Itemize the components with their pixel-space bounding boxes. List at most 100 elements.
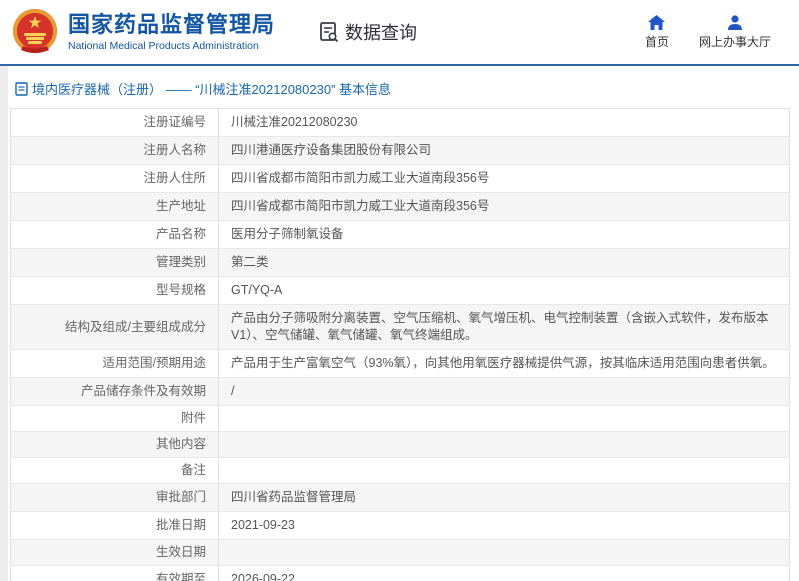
nav-home[interactable]: 首页 <box>644 14 669 50</box>
row-label: 其他内容 <box>11 432 219 457</box>
row-label-text: 型号规格 <box>155 283 206 297</box>
row-label-text: 审批部门 <box>155 490 206 504</box>
table-row: 产品储存条件及有效期 / <box>11 377 789 405</box>
row-label: 生效日期 <box>11 540 219 565</box>
header-nav: 首页 网上办事大厅 <box>644 14 771 50</box>
row-value: 四川省成都市简阳市凯力威工业大道南段356号 <box>219 165 789 192</box>
row-value: 川械注准20212080230 <box>219 109 789 136</box>
row-label-text: 注册人名称 <box>143 143 206 157</box>
national-emblem-logo <box>13 9 57 53</box>
row-label: 结构及组成/主要组成成分 <box>11 305 219 349</box>
row-value-text: / <box>231 384 235 398</box>
row-label: 产品储存条件及有效期 <box>11 378 219 405</box>
row-value: GT/YQ-A <box>219 277 789 304</box>
row-value-text: 四川省成都市简阳市凯力威工业大道南段356号 <box>231 199 490 213</box>
row-value-text: 四川省成都市简阳市凯力威工业大道南段356号 <box>231 171 490 185</box>
registration-info-table: 注册证编号 川械注准20212080230 注册人名称 四川港通医疗设备集团股份有限公… <box>10 108 790 581</box>
row-value-text: 医用分子筛制氧设备 <box>231 227 344 241</box>
row-label-text: 产品名称 <box>155 227 206 241</box>
row-value <box>219 540 789 565</box>
table-row: 适用范围/预期用途 产品用于生产富氧空气（93%氧），向其他用氧医疗器械提供气源，… <box>11 349 789 377</box>
row-label: 附件 <box>11 406 219 431</box>
row-label: 型号规格 <box>11 277 219 304</box>
row-label-text: 附件 <box>180 411 206 425</box>
home-icon <box>648 14 666 30</box>
row-value-text: 2021-09-23 <box>231 518 295 532</box>
user-icon <box>727 14 742 30</box>
row-value: 四川港通医疗设备集团股份有限公司 <box>219 137 789 164</box>
row-label-text: 管理类别 <box>155 255 206 269</box>
row-label-text: 生效日期 <box>155 545 206 559</box>
row-value: 四川省成都市简阳市凯力威工业大道南段356号 <box>219 193 789 220</box>
row-label-text: 生产地址 <box>155 199 206 213</box>
row-value-text: 第二类 <box>231 255 269 269</box>
table-row: 审批部门 四川省药品监督管理局 <box>11 483 789 511</box>
row-value <box>219 432 789 457</box>
row-label-text: 批准日期 <box>155 518 206 532</box>
content-area: 境内医疗器械（注册） —— “川械注准20212080230” 基本信息 注册证… <box>8 66 799 581</box>
row-value <box>219 458 789 483</box>
row-label: 生产地址 <box>11 193 219 220</box>
row-label: 有效期至 <box>11 566 219 581</box>
nav-online-hall[interactable]: 网上办事大厅 <box>698 14 771 50</box>
data-query-tab[interactable]: 数据查询 <box>317 19 417 45</box>
row-label-text: 适用范围/预期用途 <box>102 356 206 370</box>
row-value-text: 四川港通医疗设备集团股份有限公司 <box>231 143 432 157</box>
row-label: 审批部门 <box>11 484 219 511</box>
breadcrumb: 境内医疗器械（注册） —— “川械注准20212080230” 基本信息 <box>8 66 799 108</box>
nav-online-hall-label: 网上办事大厅 <box>698 34 771 49</box>
row-label: 批准日期 <box>11 512 219 539</box>
row-label: 产品名称 <box>11 221 219 248</box>
page-header: 国家药品监督管理局 National Medical Products Admi… <box>0 0 799 66</box>
site-title-cn: 国家药品监督管理局 <box>68 12 276 37</box>
table-row: 附件 <box>11 405 789 431</box>
table-row: 注册人名称 四川港通医疗设备集团股份有限公司 <box>11 136 789 164</box>
row-label-text: 注册人住所 <box>143 171 206 185</box>
table-row: 产品名称 医用分子筛制氧设备 <box>11 220 789 248</box>
site-title: 国家药品监督管理局 National Medical Products Admi… <box>68 12 275 52</box>
row-value-text: GT/YQ-A <box>231 283 283 297</box>
row-value-text: 产品由分子筛吸附分离装置、空气压缩机、氧气增压机、电气控制装置（含嵌入式软件，发… <box>231 311 769 342</box>
row-value-text: 四川省药品监督管理局 <box>231 490 357 504</box>
row-value-text: 川械注准20212080230 <box>231 115 358 129</box>
table-row: 型号规格 GT/YQ-A <box>11 276 789 304</box>
row-label-text: 备注 <box>180 463 206 477</box>
table-row: 注册人住所 四川省成都市简阳市凯力威工业大道南段356号 <box>11 164 789 192</box>
row-value: 第二类 <box>219 249 789 276</box>
table-row: 管理类别 第二类 <box>11 248 789 276</box>
row-value: 产品由分子筛吸附分离装置、空气压缩机、氧气增压机、电气控制装置（含嵌入式软件，发… <box>219 305 789 349</box>
document-search-icon <box>320 22 339 43</box>
row-label: 备注 <box>11 458 219 483</box>
table-row: 其他内容 <box>11 431 789 457</box>
row-value: 2021-09-23 <box>219 512 789 539</box>
row-label-text: 有效期至 <box>155 572 206 581</box>
table-row: 生产地址 四川省成都市简阳市凯力威工业大道南段356号 <box>11 192 789 220</box>
row-value-text: 产品用于生产富氧空气（93%氧），向其他用氧医疗器械提供气源，按其临床适用范围向… <box>231 356 775 370</box>
row-label-text: 结构及组成/主要组成成分 <box>65 319 206 334</box>
row-value: 四川省药品监督管理局 <box>219 484 789 511</box>
table-row: 有效期至 2026-09-22 <box>11 565 789 581</box>
row-label-text: 其他内容 <box>155 437 206 451</box>
row-label: 注册人住所 <box>11 165 219 192</box>
row-label-text: 注册证编号 <box>143 115 206 129</box>
row-value <box>219 406 789 431</box>
table-row: 结构及组成/主要组成成分 产品由分子筛吸附分离装置、空气压缩机、氧气增压机、电气控… <box>11 304 789 349</box>
document-icon <box>15 81 28 96</box>
breadcrumb-text: 境内医疗器械（注册） —— “川械注准20212080230” 基本信息 <box>32 82 392 97</box>
row-value: 产品用于生产富氧空气（93%氧），向其他用氧医疗器械提供气源，按其临床适用范围向… <box>219 350 789 377</box>
row-label: 注册证编号 <box>11 109 219 136</box>
row-label: 适用范围/预期用途 <box>11 350 219 377</box>
table-row: 批准日期 2021-09-23 <box>11 511 789 539</box>
table-row: 生效日期 <box>11 539 789 565</box>
row-value: / <box>219 378 789 405</box>
site-title-en: National Medical Products Administration <box>68 40 259 52</box>
row-label: 注册人名称 <box>11 137 219 164</box>
row-value: 2026-09-22 <box>219 566 789 581</box>
nav-home-label: 首页 <box>644 34 669 49</box>
table-row: 注册证编号 川械注准20212080230 <box>11 109 789 136</box>
row-label: 管理类别 <box>11 249 219 276</box>
data-query-label: 数据查询 <box>345 23 418 43</box>
row-value: 医用分子筛制氧设备 <box>219 221 789 248</box>
table-row: 备注 <box>11 457 789 483</box>
row-label-text: 产品储存条件及有效期 <box>80 384 206 398</box>
